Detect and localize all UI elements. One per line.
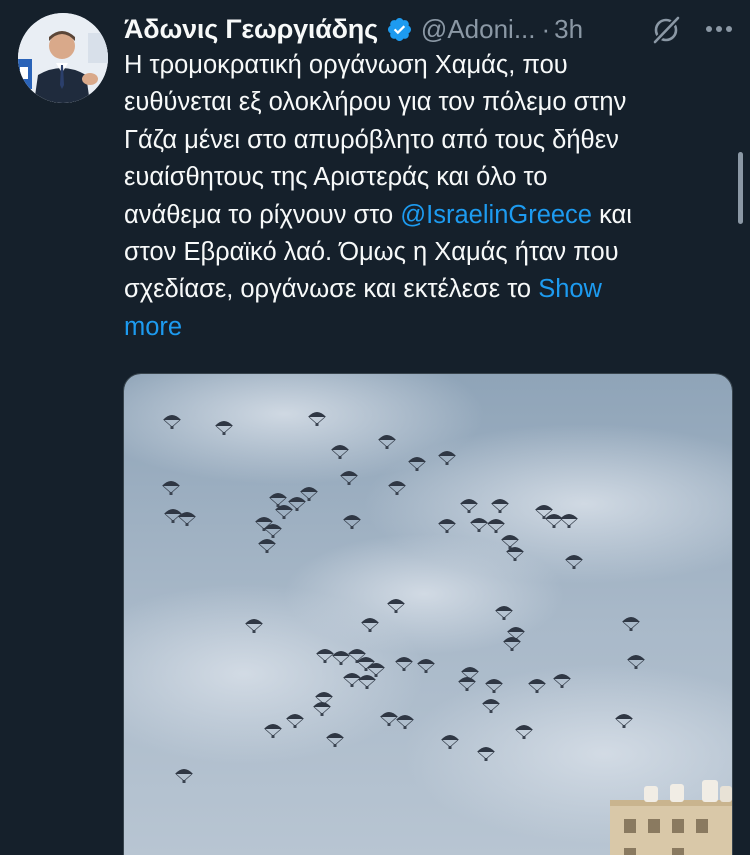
avatar[interactable]: [18, 13, 108, 103]
tweet-line-7: σχεδίασε, οργάνωσε και εκτέλεσε το Show: [124, 271, 724, 308]
tweet-line-1: Η τρομοκρατική οργάνωση Χαμάς, που: [124, 51, 568, 79]
tweet-line-6: στον Εβραϊκό λαό. Όμως η Χαμάς ήταν που: [124, 238, 619, 267]
tweet-line-5-start: ανάθεμα το ρίχνουν στο: [124, 200, 401, 229]
grok-icon[interactable]: [652, 16, 680, 44]
tweet-media-photo[interactable]: [123, 373, 733, 855]
parachute-airdrop-photo: [124, 374, 732, 855]
show-more-link-continued[interactable]: more: [124, 309, 724, 346]
verified-badge-icon: [387, 17, 411, 41]
tweet-text: Η τρομοκρατική οργάνωση Χαμάς, που ευθύν…: [124, 47, 724, 346]
author-handle[interactable]: @Adoni...: [421, 14, 536, 45]
tweet-header: Άδωνις Γεωργιάδης @Adoni... · 3h: [124, 10, 734, 48]
tweet-line-2: ευθύνεται εξ ολοκλήρου για τον πόλεμο στ…: [124, 88, 627, 117]
scrollbar[interactable]: [738, 152, 743, 224]
separator-dot: ·: [541, 13, 551, 44]
tweet-line-3: Γάζα μένει στο απυρόβλητο από τους δήθεν: [124, 125, 619, 154]
tweet-line-5: ανάθεμα το ρίχνουν στο @IsraelinGreece κ…: [124, 197, 724, 234]
timestamp[interactable]: 3h: [554, 14, 583, 45]
tweet-line-5-end: και: [592, 200, 632, 229]
tweet-line-4: ευαίσθητους της Αριστεράς και όλο το: [124, 163, 548, 192]
tweet-line-7-start: σχεδίασε, οργάνωσε και εκτέλεσε το: [124, 275, 539, 304]
show-more-link[interactable]: Show: [538, 275, 602, 303]
tweet[interactable]: Άδωνις Γεωργιάδης @Adoni... · 3h Η τρομο…: [0, 0, 750, 855]
author-name[interactable]: Άδωνις Γεωργιάδης: [124, 14, 378, 45]
more-options-icon[interactable]: [702, 14, 736, 44]
mention-link[interactable]: @IsraelinGreece: [400, 201, 592, 229]
